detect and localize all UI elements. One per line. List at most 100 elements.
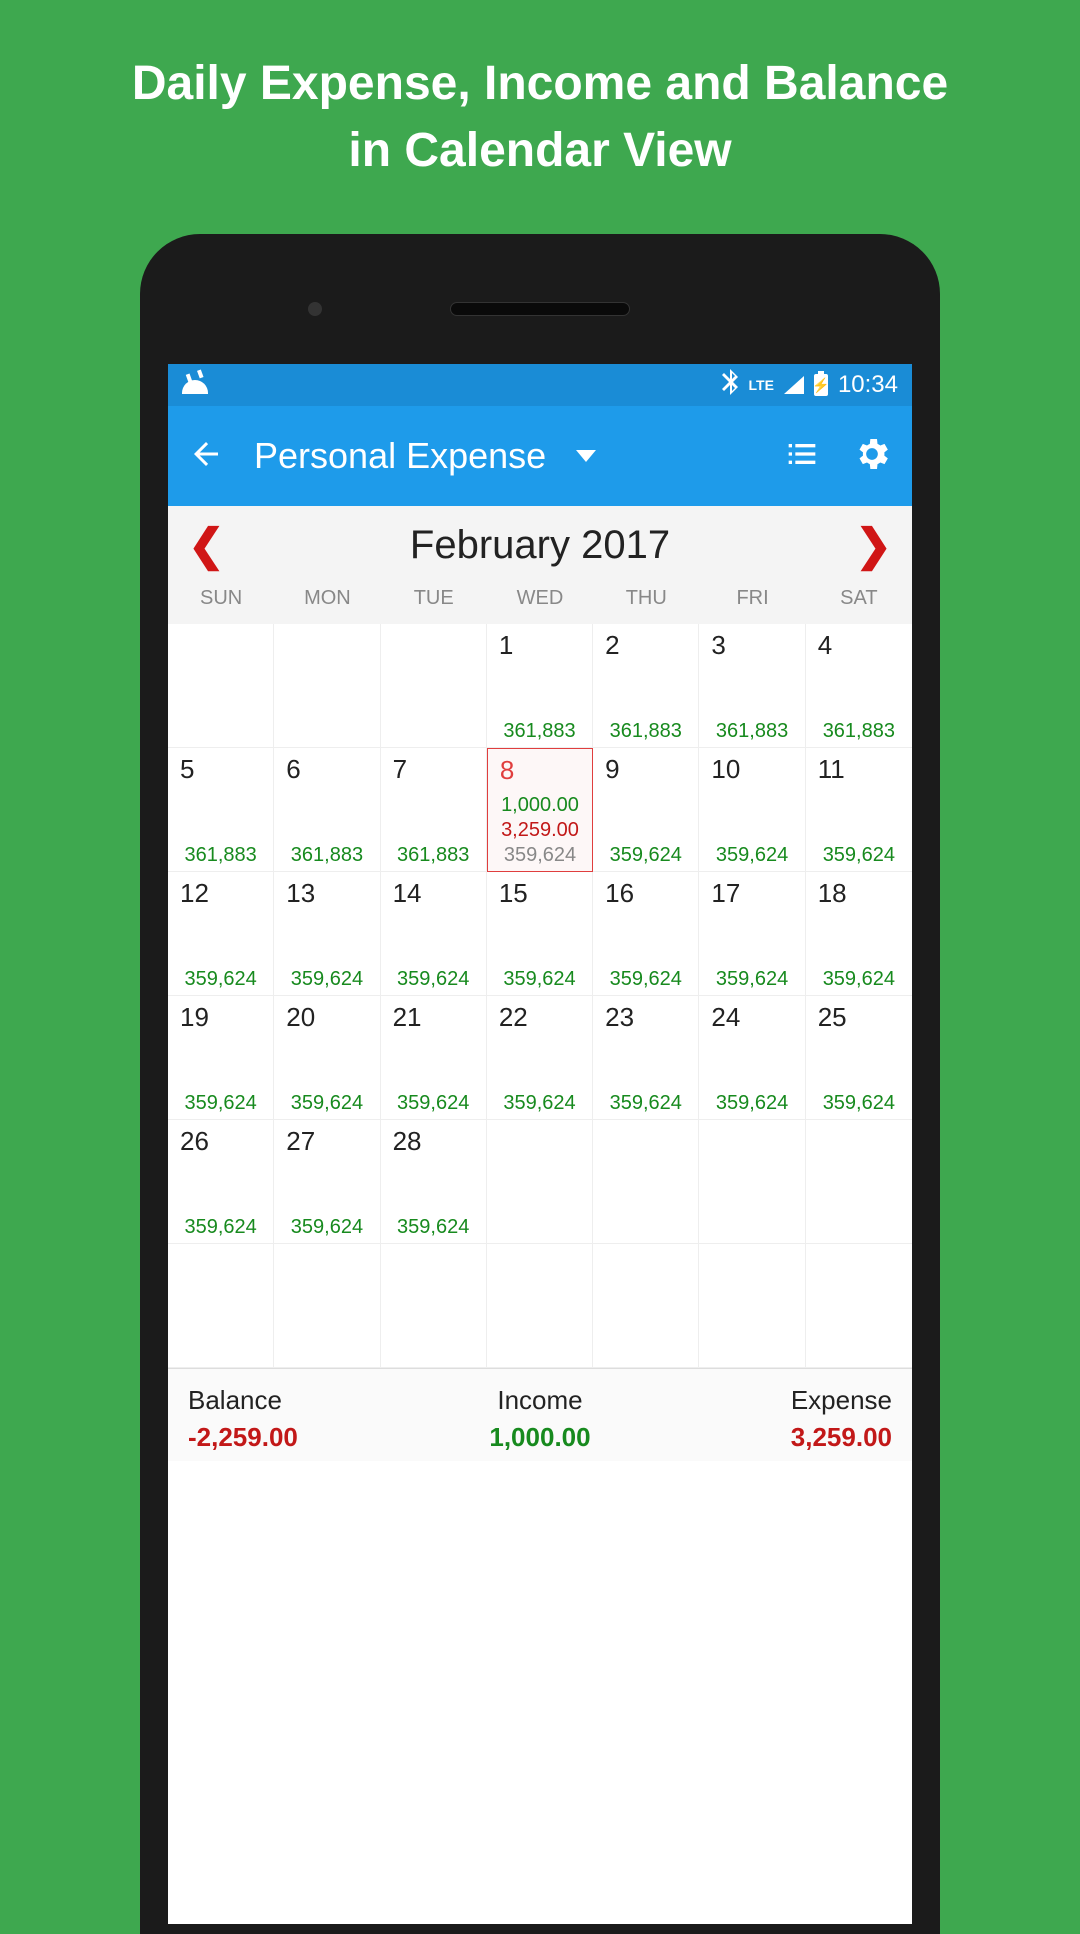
day-values: 359,624: [385, 1216, 482, 1239]
day-number: 13: [278, 878, 375, 909]
calendar-day: [168, 1244, 274, 1368]
account-dropdown[interactable]: Personal Expense: [254, 435, 752, 477]
account-title: Personal Expense: [254, 435, 546, 477]
calendar-day[interactable]: 17 359,624: [699, 872, 805, 996]
calendar-day[interactable]: 25359,624: [806, 996, 912, 1120]
day-values: 359,624: [385, 968, 482, 991]
day-values: 359,624: [172, 1092, 269, 1115]
next-month-button[interactable]: ❯: [855, 520, 892, 571]
day-number: 10: [703, 754, 800, 785]
weekday-label: WED: [487, 587, 593, 610]
weekday-label: MON: [274, 587, 380, 610]
summary-income: Income 1,000.00: [423, 1385, 658, 1453]
day-balance: 359,624: [172, 1092, 269, 1115]
phone-speaker: [450, 302, 630, 316]
promo-line-1: Daily Expense, Income and Balance: [40, 50, 1040, 117]
calendar-day: [806, 1244, 912, 1368]
calendar-day[interactable]: 5361,883: [168, 748, 274, 872]
day-number: 6: [278, 754, 375, 785]
android-icon: [182, 374, 208, 396]
day-balance: 359,624: [385, 968, 482, 991]
day-values: 359,624: [172, 968, 269, 991]
calendar-day: [487, 1244, 593, 1368]
day-number: 27: [278, 1126, 375, 1157]
calendar-day[interactable]: 7361,883: [381, 748, 487, 872]
day-number: 19: [172, 1002, 269, 1033]
calendar-day: [274, 624, 380, 748]
weekday-label: TUE: [381, 587, 487, 610]
back-button[interactable]: [188, 436, 224, 477]
calendar-day[interactable]: 11359,624: [806, 748, 912, 872]
calendar-day[interactable]: 15 359,624: [487, 872, 593, 996]
calendar-day[interactable]: 22 359,624: [487, 996, 593, 1120]
calendar-day[interactable]: 28 359,624: [381, 1120, 487, 1244]
calendar-day[interactable]: 12 359,624: [168, 872, 274, 996]
day-values: 361,883: [597, 720, 694, 743]
day-values: 359,624: [703, 844, 800, 867]
day-number: 28: [385, 1126, 482, 1157]
calendar-day[interactable]: 16359,624: [593, 872, 699, 996]
clock-time: 10:34: [838, 371, 898, 399]
calendar-day[interactable]: 26359,624: [168, 1120, 274, 1244]
day-number: 17: [703, 878, 800, 909]
calendar-week: [168, 1244, 912, 1368]
day-balance: 359,624: [810, 1092, 908, 1115]
day-values: 361,883: [810, 720, 908, 743]
calendar-day[interactable]: 10 359,624: [699, 748, 805, 872]
calendar-day[interactable]: 9359,624: [593, 748, 699, 872]
day-values: 359,624: [172, 1216, 269, 1239]
day-number: 22: [491, 1002, 588, 1033]
settings-button[interactable]: [852, 434, 892, 479]
calendar-week: 5361,8836 361,883 7361,88381,000.003,259.0…: [168, 748, 912, 872]
calendar-day[interactable]: 1361,883: [487, 624, 593, 748]
calendar-day: [593, 1244, 699, 1368]
calendar-day[interactable]: 23 359,624: [593, 996, 699, 1120]
promo-line-2: in Calendar View: [40, 117, 1040, 184]
expense-value: 3,259.00: [657, 1422, 892, 1453]
calendar-day[interactable]: 20 359,624: [274, 996, 380, 1120]
day-balance: 361,883: [703, 720, 800, 743]
list-view-button[interactable]: [782, 434, 822, 479]
calendar-day: [381, 624, 487, 748]
calendar-day[interactable]: 14 359,624: [381, 872, 487, 996]
calendar-day[interactable]: 18359,624: [806, 872, 912, 996]
calendar-day[interactable]: 81,000.003,259.00359,624: [487, 748, 593, 872]
calendar-day[interactable]: 19 359,624: [168, 996, 274, 1120]
day-balance: 359,624: [278, 1216, 375, 1239]
day-values: 361,883: [703, 720, 800, 743]
calendar-day: [381, 1244, 487, 1368]
day-number: 11: [810, 754, 908, 785]
balance-value: -2,259.00: [188, 1422, 423, 1453]
month-navigation: ❮ February 2017 ❯: [168, 506, 912, 577]
day-number: 14: [385, 878, 482, 909]
day-number: 8: [492, 755, 588, 786]
calendar-day[interactable]: 21359,624: [381, 996, 487, 1120]
day-number: 20: [278, 1002, 375, 1033]
calendar-day[interactable]: 3 361,883: [699, 624, 805, 748]
app-bar: Personal Expense: [168, 406, 912, 506]
day-values: 361,883: [278, 844, 375, 867]
day-values: 359,624: [810, 1092, 908, 1115]
calendar-day[interactable]: 2361,883: [593, 624, 699, 748]
calendar-day[interactable]: 4361,883: [806, 624, 912, 748]
battery-icon: ⚡: [814, 374, 828, 396]
prev-month-button[interactable]: ❮: [188, 520, 225, 571]
day-values: 361,883: [491, 720, 588, 743]
day-balance: 359,624: [491, 1092, 588, 1115]
day-number: 15: [491, 878, 588, 909]
day-values: 359,624: [597, 1092, 694, 1115]
day-values: 359,624: [491, 968, 588, 991]
calendar-day[interactable]: 6 361,883: [274, 748, 380, 872]
calendar-day[interactable]: 13359,624: [274, 872, 380, 996]
calendar-day[interactable]: 24359,624: [699, 996, 805, 1120]
day-balance: 359,624: [703, 968, 800, 991]
day-number: 23: [597, 1002, 694, 1033]
calendar-day: [168, 624, 274, 748]
day-number: 3: [703, 630, 800, 661]
day-balance: 359,624: [385, 1092, 482, 1115]
day-values: 359,624: [278, 1092, 375, 1115]
calendar-day[interactable]: 27 359,624: [274, 1120, 380, 1244]
balance-label: Balance: [188, 1385, 423, 1416]
chevron-down-icon: [576, 450, 596, 462]
day-number: 12: [172, 878, 269, 909]
